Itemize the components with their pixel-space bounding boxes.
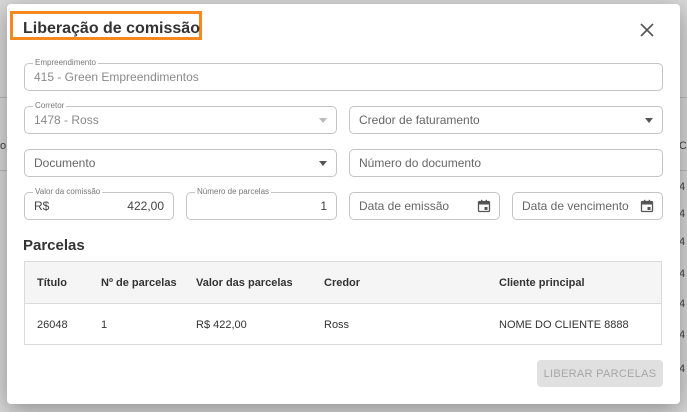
background-text: 4 xyxy=(679,329,686,341)
valor-comissao-value: 422,00 xyxy=(127,199,164,213)
calendar-icon[interactable] xyxy=(477,199,491,213)
parcelas-table: Título Nº de parcelas Valor das parcelas… xyxy=(24,261,662,345)
background-text: o xyxy=(0,140,7,152)
empreendimento-value: 415 - Green Empreendimentos xyxy=(34,70,199,84)
background-text: 4 xyxy=(679,236,686,248)
calendar-icon[interactable] xyxy=(640,199,654,213)
column-header-titulo[interactable]: Título xyxy=(37,277,67,289)
background-text: 4 xyxy=(679,208,686,220)
empreendimento-field[interactable]: Empreendimento 415 - Green Empreendiment… xyxy=(24,58,663,91)
background-text: 4 xyxy=(679,298,686,310)
currency-prefix: R$ xyxy=(34,199,50,213)
empreendimento-label: Empreendimento xyxy=(33,58,98,68)
numero-parcelas-value: 1 xyxy=(320,199,327,213)
cell-credor: Ross xyxy=(324,318,350,331)
corretor-select[interactable]: Corretor 1478 - Ross xyxy=(24,101,337,134)
corretor-value: 1478 - Ross xyxy=(34,113,99,127)
liberar-parcelas-button[interactable]: LIBERAR PARCELAS xyxy=(537,360,663,387)
close-button[interactable] xyxy=(637,20,657,40)
numero-parcelas-input[interactable]: Número de parcelas 1 xyxy=(186,187,337,220)
column-header-cliente-principal[interactable]: Cliente principal xyxy=(499,277,585,289)
numero-documento-input[interactable]: Número do documento xyxy=(349,149,663,177)
table-row[interactable]: 26048 1 R$ 422,00 Ross NOME DO CLIENTE 8… xyxy=(25,304,661,345)
background-text: 4 xyxy=(679,181,686,193)
parcelas-title: Parcelas xyxy=(23,237,85,254)
data-vencimento-input[interactable]: Data de vencimento xyxy=(512,192,663,220)
data-emissao-placeholder: Data de emissão xyxy=(359,199,450,213)
column-header-credor[interactable]: Credor xyxy=(324,277,360,289)
data-emissao-input[interactable]: Data de emissão xyxy=(349,192,500,220)
column-header-num-parcelas[interactable]: Nº de parcelas xyxy=(101,277,177,289)
chevron-down-icon xyxy=(319,118,327,123)
credor-faturamento-placeholder: Credor de faturamento xyxy=(359,113,480,127)
background-text: C xyxy=(679,140,687,152)
chevron-down-icon xyxy=(319,161,327,166)
close-icon xyxy=(640,23,654,37)
column-header-valor-parcelas[interactable]: Valor das parcelas xyxy=(196,277,293,289)
dialog-title: Liberação de comissão xyxy=(23,20,200,37)
cell-cliente-principal: NOME DO CLIENTE 8888 xyxy=(499,318,629,331)
credor-faturamento-select[interactable]: Credor de faturamento xyxy=(349,106,663,134)
valor-comissao-label: Valor da comissão xyxy=(33,187,103,197)
liberacao-comissao-dialog: Liberação de comissão Empreendimento 415… xyxy=(7,4,680,404)
chevron-down-icon xyxy=(645,118,653,123)
documento-placeholder: Documento xyxy=(34,156,96,170)
cell-valor-parcelas: R$ 422,00 xyxy=(196,318,247,331)
cell-titulo: 26048 xyxy=(37,318,68,331)
valor-comissao-input[interactable]: Valor da comissão R$ 422,00 xyxy=(24,187,174,220)
documento-select[interactable]: Documento xyxy=(24,149,337,177)
background-text: 4 xyxy=(679,268,686,280)
data-vencimento-placeholder: Data de vencimento xyxy=(522,199,629,213)
numero-parcelas-label: Número de parcelas xyxy=(195,187,272,197)
background-text: 4 xyxy=(679,363,686,375)
cell-num-parcelas: 1 xyxy=(101,318,108,331)
numero-documento-placeholder: Número do documento xyxy=(359,156,482,170)
corretor-label: Corretor xyxy=(33,101,67,111)
table-header: Título Nº de parcelas Valor das parcelas… xyxy=(25,262,661,304)
